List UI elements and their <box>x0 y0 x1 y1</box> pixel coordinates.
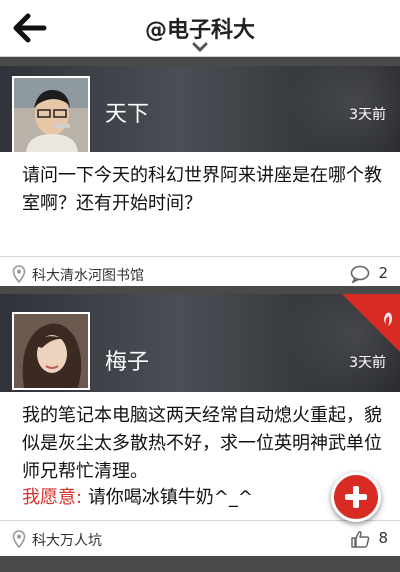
post-card[interactable]: 天下 3天前 请问一下今天的科幻世界阿来讲座是在哪个教室啊？还有开始时间？ 科大… <box>0 66 400 286</box>
like-count: 8 <box>378 529 388 547</box>
post-content: 我的笔记本电脑这两天经常自动熄火重起，貌似是灰尘太多散热不好，求一位英明神武单位… <box>22 402 382 486</box>
author-name[interactable]: 梅子 <box>105 344 149 376</box>
add-post-button[interactable] <box>331 472 381 522</box>
location-text[interactable]: 科大万人坑 <box>32 530 102 550</box>
chevron-down-icon[interactable] <box>191 41 209 53</box>
avatar-image <box>14 78 88 152</box>
comment-icon[interactable] <box>350 265 370 283</box>
location-text[interactable]: 科大清水河图书馆 <box>32 265 144 285</box>
avatar[interactable] <box>12 76 90 154</box>
avatar-image <box>14 314 88 388</box>
post-content: 请问一下今天的科幻世界阿来讲座是在哪个教室啊？还有开始时间？ <box>22 165 382 214</box>
post-footer: 科大清水河图书馆 2 <box>0 263 400 286</box>
flame-icon <box>342 294 400 352</box>
top-bar: @电子科大 <box>0 0 400 57</box>
divider <box>0 256 400 257</box>
wish-text: 请你喝冰镇牛奶^_^ <box>87 487 253 508</box>
thumbs-up-icon[interactable] <box>350 530 370 548</box>
avatar[interactable] <box>12 312 90 390</box>
author-name[interactable]: 天下 <box>105 96 149 128</box>
location-pin-icon <box>12 530 26 548</box>
post-time: 3天前 <box>349 107 386 123</box>
post-text: 我的笔记本电脑这两天经常自动熄火重起，貌似是灰尘太多散热不好，求一位英明神武单位… <box>22 405 382 482</box>
comment-count: 2 <box>378 264 388 282</box>
wish-line: 我愿意: 请你喝冰镇牛奶^_^ <box>22 484 382 512</box>
wish-label: 我愿意: <box>22 487 83 508</box>
page-title[interactable]: @电子科大 <box>0 12 400 44</box>
post-time: 3天前 <box>349 355 386 371</box>
post-footer: 科大万人坑 8 <box>0 528 400 552</box>
location-pin-icon <box>12 265 26 283</box>
divider <box>0 520 400 521</box>
